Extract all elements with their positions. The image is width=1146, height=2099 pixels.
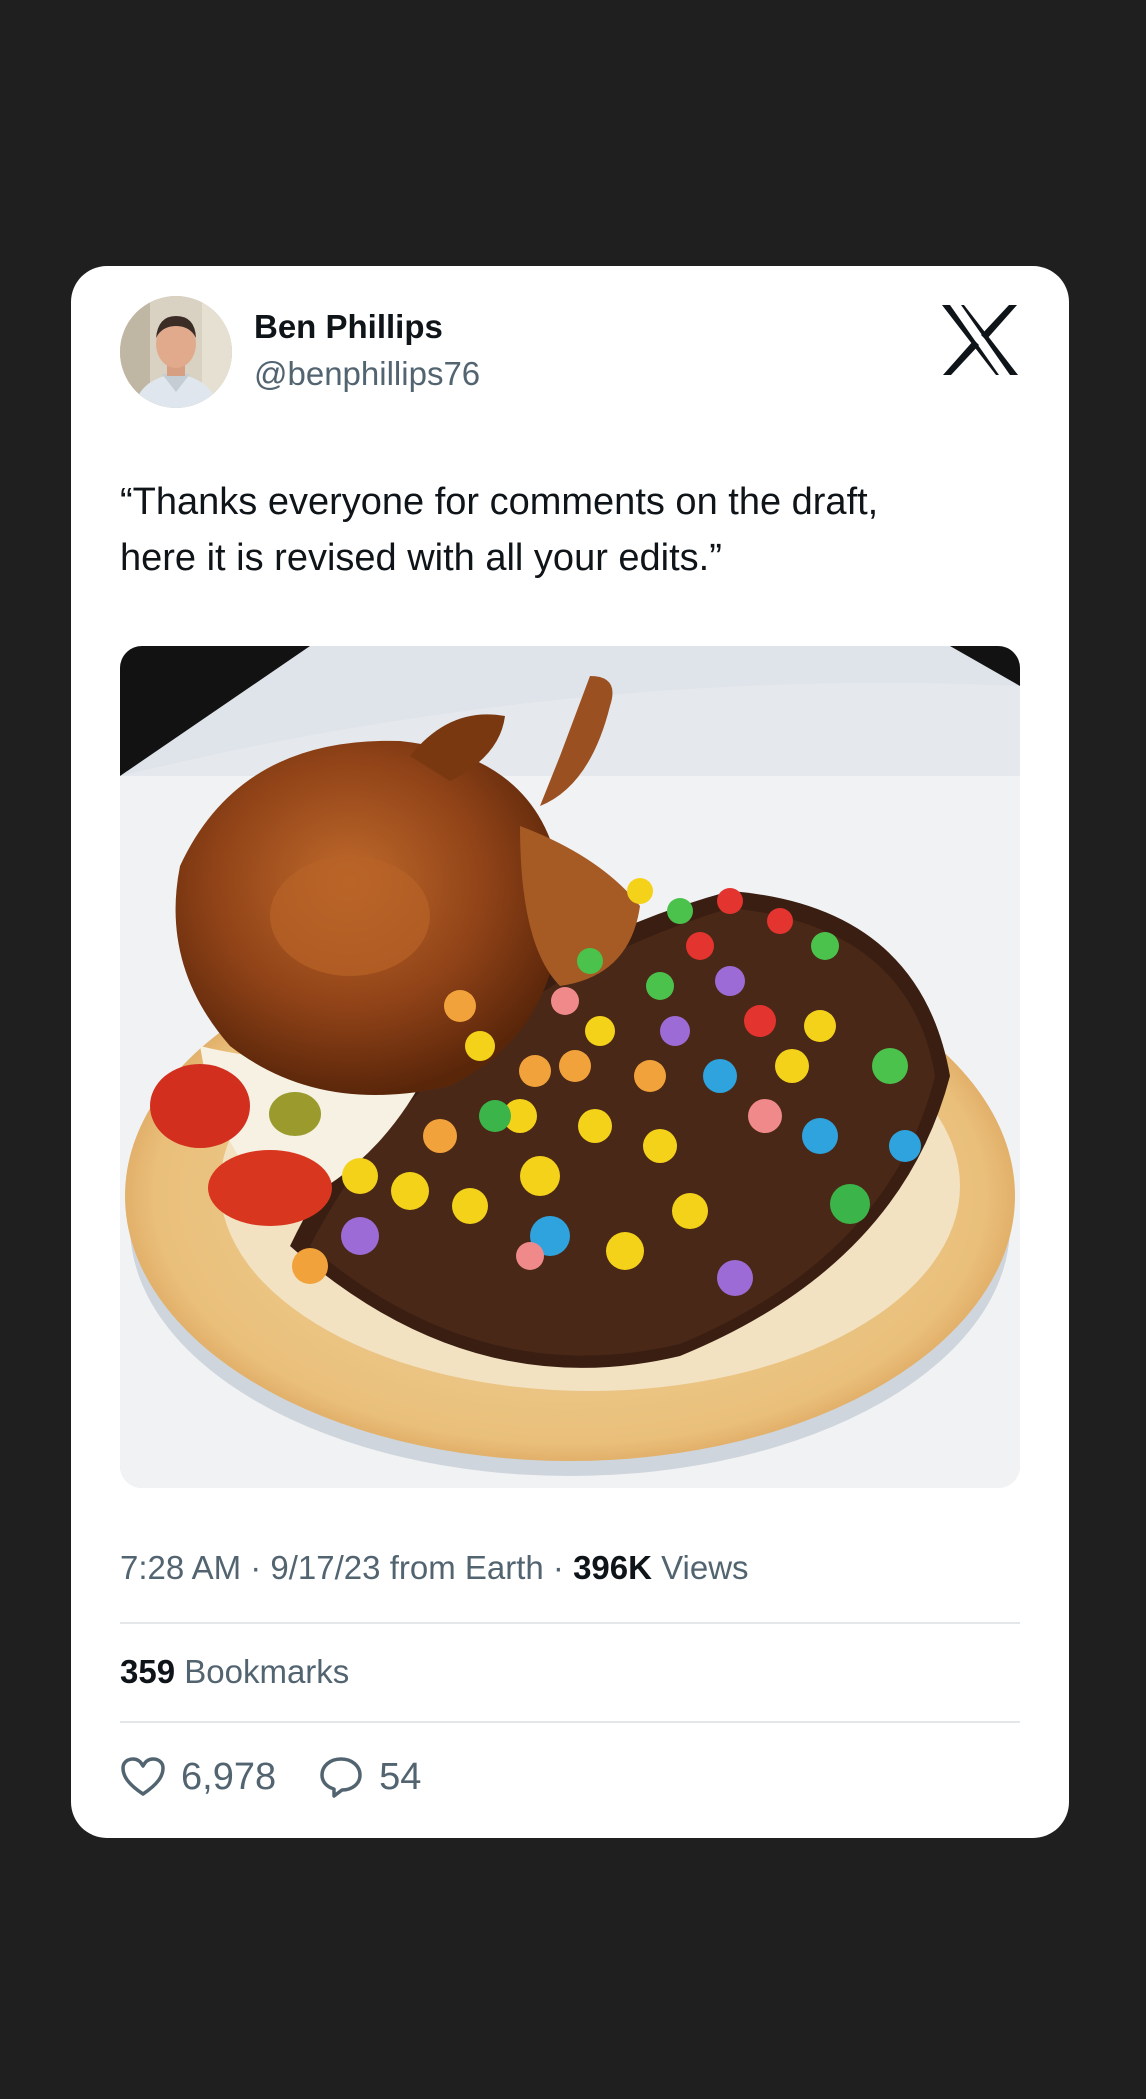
bookmarks-stat[interactable]: 359 Bookmarks	[120, 1653, 349, 1691]
bookmarks-count: 359	[120, 1653, 176, 1690]
views-count: 396K	[573, 1549, 652, 1586]
like-button[interactable]: 6,978	[120, 1756, 276, 1799]
x-logo-icon[interactable]	[939, 302, 1021, 378]
divider	[120, 1721, 1020, 1723]
speech-bubble-icon	[320, 1757, 362, 1798]
tweet-date[interactable]: 9/17/23	[270, 1549, 380, 1586]
reply-button[interactable]: 54	[318, 1755, 421, 1799]
tweet-text: “Thanks everyone for comments on the dra…	[120, 474, 1020, 586]
reply-count: 54	[379, 1755, 422, 1798]
author-name[interactable]: Ben Phillips	[254, 308, 443, 346]
divider	[120, 1622, 1020, 1624]
author-avatar[interactable]	[120, 296, 232, 408]
bookmarks-label: Bookmarks	[184, 1653, 350, 1690]
like-count: 6,978	[181, 1755, 277, 1798]
tweet-metadata: 7:28 AM · 9/17/23 from Earth · 396K View…	[120, 1549, 749, 1586]
tweet-media-image[interactable]	[120, 646, 1020, 1488]
tweet-source: from Earth	[389, 1549, 544, 1586]
tweet-text-line: here it is revised with all your edits.”	[120, 537, 722, 579]
tweet-time[interactable]: 7:28 AM	[120, 1549, 241, 1586]
views-label: Views	[661, 1549, 749, 1586]
tweet-actions: 6,978 54	[120, 1754, 421, 1800]
chicken-pizza-photo	[120, 646, 1020, 1488]
avatar-photo	[120, 296, 232, 408]
author-handle[interactable]: @benphillips76	[254, 355, 480, 393]
tweet-text-line: “Thanks everyone for comments on the dra…	[120, 481, 879, 523]
tweet-card: Ben Phillips @benphillips76 “Thanks ever…	[71, 266, 1069, 1838]
heart-icon	[121, 1757, 165, 1796]
